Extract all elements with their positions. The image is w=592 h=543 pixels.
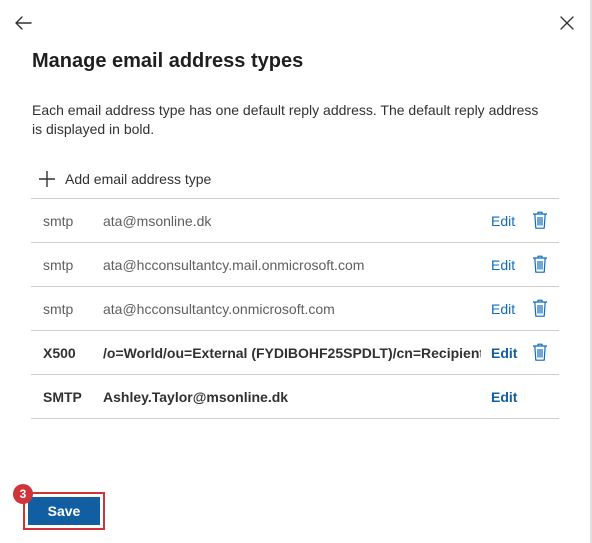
email-address-row-default: X500 /o=World/ou=External (FYDIBOHF25SPD… <box>31 331 559 375</box>
email-address: Ashley.Taylor@msonline.dk <box>103 389 289 405</box>
trash-icon[interactable] <box>531 298 549 318</box>
trash-icon[interactable] <box>531 342 549 362</box>
email-address-row: smtp ata@hcconsultantcy.onmicrosoft.com … <box>31 287 559 331</box>
edit-button[interactable]: Edit <box>491 301 515 317</box>
email-address: ata@hcconsultantcy.mail.onmicrosoft.com <box>103 257 365 273</box>
edit-button[interactable]: Edit <box>491 345 517 361</box>
plus-icon <box>39 171 55 187</box>
panel-description: Each email address type has one default … <box>32 102 539 137</box>
close-icon <box>560 16 574 30</box>
address-type: SMTP <box>43 389 82 405</box>
address-type: smtp <box>43 301 74 317</box>
email-address-row-default: SMTP Ashley.Taylor@msonline.dk Edit <box>31 375 559 419</box>
email-address-row: smtp ata@hcconsultantcy.mail.onmicrosoft… <box>31 243 559 287</box>
add-email-address-type-label: Add email address type <box>65 171 212 187</box>
close-button[interactable] <box>556 12 578 34</box>
address-type: X500 <box>43 345 76 361</box>
add-email-address-type-button[interactable]: Add email address type <box>38 168 211 190</box>
address-type: smtp <box>43 257 74 273</box>
back-button[interactable] <box>12 12 34 34</box>
edit-button[interactable]: Edit <box>491 257 515 273</box>
edit-button[interactable]: Edit <box>491 213 515 229</box>
email-address: ata@hcconsultantcy.onmicrosoft.com <box>103 301 335 317</box>
trash-icon[interactable] <box>531 254 549 274</box>
save-button[interactable]: Save <box>28 497 100 525</box>
email-address: /o=World/ou=External (FYDIBOHF25SPDLT)/c… <box>103 345 481 361</box>
email-address: ata@msonline.dk <box>103 213 212 229</box>
address-type: smtp <box>43 213 74 229</box>
edit-button[interactable]: Edit <box>491 389 517 405</box>
email-address-list: smtp ata@msonline.dk Edit smtp ata@hccon… <box>31 198 559 419</box>
step-badge: 3 <box>13 484 33 504</box>
arrow-left-icon <box>15 16 32 30</box>
trash-icon[interactable] <box>531 210 549 230</box>
save-button-highlight: Save <box>23 492 105 530</box>
panel-title: Manage email address types <box>32 50 304 72</box>
email-address-row: smtp ata@msonline.dk Edit <box>31 199 559 243</box>
